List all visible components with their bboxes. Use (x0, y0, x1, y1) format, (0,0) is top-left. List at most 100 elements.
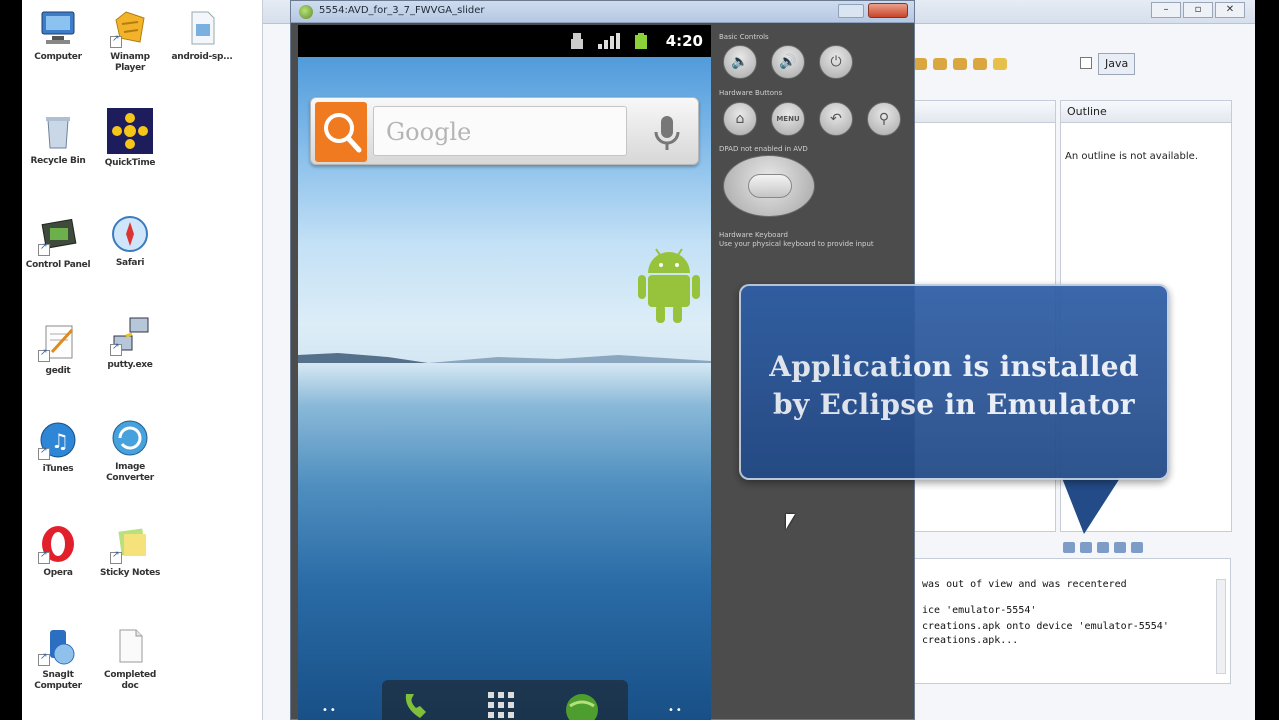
desktop-icon-control-panel[interactable]: Control Panel (23, 216, 93, 271)
toolbar-folder-icon[interactable] (913, 58, 927, 70)
callout-tail (1062, 478, 1120, 534)
console-scrollbar[interactable] (1216, 579, 1226, 674)
hardware-keyboard-label: Hardware Keyboard (719, 231, 788, 239)
android-home-screen: 4:20 Google •• •• (298, 25, 711, 720)
desktop-icon-label: putty.exe (107, 360, 153, 370)
usb-icon (571, 33, 583, 49)
console-pin-icon[interactable] (1063, 541, 1075, 553)
document-icon (110, 626, 150, 666)
desktop-icon-label: Sticky Notes (99, 568, 161, 578)
app-drawer-icon[interactable] (486, 690, 520, 720)
toolbar-folder-icon[interactable] (953, 58, 967, 70)
android-robot-icon (638, 248, 700, 323)
desktop-icon-label: Recycle Bin (30, 156, 86, 166)
dpad-control[interactable] (723, 155, 815, 217)
home-icon: ⌂ (735, 111, 745, 127)
hardware-buttons-label: Hardware Buttons (719, 89, 783, 97)
console-minimize-icon[interactable] (1131, 541, 1143, 553)
desktop-icon-label: Completed doc (104, 670, 156, 691)
volume-up-button[interactable]: 🔊 (771, 45, 805, 79)
recycle-bin-icon (38, 112, 78, 152)
power-button[interactable]: ⏻ (819, 45, 853, 79)
search-icon (324, 113, 362, 153)
desktop-icon-label: SnagIt Computer (34, 670, 82, 691)
desktop-icon-recycle-bin[interactable]: Recycle Bin (23, 112, 93, 167)
voice-search-button[interactable] (639, 102, 695, 162)
computer-icon (38, 8, 78, 48)
browser-globe-icon[interactable] (562, 688, 602, 720)
eclipse-toolbar (913, 52, 1007, 76)
search-button[interactable] (315, 102, 367, 162)
desktop-icon-image-converter[interactable]: Image Converter (95, 418, 165, 484)
console-line: creations.apk onto device 'emulator-5554… (922, 621, 1169, 632)
basic-controls-label: Basic Controls (719, 33, 769, 41)
desktop-icon-itunes[interactable]: ♫ iTunes (23, 420, 93, 475)
panel-header (912, 101, 1055, 123)
toolbar-folder-icon[interactable] (973, 58, 987, 70)
toolbar-folder-icon[interactable] (933, 58, 947, 70)
wallpaper-horizon (298, 353, 711, 363)
desktop-icon-label: QuickTime (104, 158, 156, 168)
volume-down-button[interactable]: 🔈 (723, 45, 757, 79)
outline-header: Outline (1061, 101, 1231, 123)
hardware-keyboard-hint: Use your physical keyboard to provide in… (719, 240, 874, 248)
desktop-icon-computer[interactable]: Computer (23, 8, 93, 63)
console-line: was out of view and was recentered (922, 579, 1127, 590)
desktop-icon-label: Computer (34, 52, 82, 62)
callout-line-2: by Eclipse in Emulator (773, 388, 1135, 421)
maximize-button[interactable]: ▫ (1183, 2, 1213, 18)
open-perspective-icon[interactable] (1080, 57, 1092, 69)
menu-button[interactable]: MENU (771, 102, 805, 136)
snagit-icon (38, 626, 78, 666)
desktop-icon-safari[interactable]: Safari (95, 214, 165, 269)
java-perspective-button[interactable]: Java (1098, 53, 1136, 75)
close-button[interactable]: ✕ (1215, 2, 1245, 18)
desktop-icon-sticky-notes[interactable]: Sticky Notes (95, 524, 165, 579)
console-scroll-lock-icon[interactable] (1080, 541, 1092, 553)
phone-dialer-icon[interactable] (400, 688, 434, 720)
desktop-icon-gedit[interactable]: gedit (23, 322, 93, 377)
launcher-dock (382, 680, 628, 720)
volume-up-icon: 🔊 (779, 54, 797, 70)
desktop-icon-document[interactable]: Completed doc (95, 626, 165, 692)
back-button[interactable]: ↶ (819, 102, 853, 136)
dpad-label: DPAD not enabled in AVD (719, 145, 808, 153)
callout-text: Application is installed by Eclipse in E… (741, 348, 1167, 424)
putty-icon (110, 316, 150, 356)
emulator-minimize-button[interactable] (838, 4, 864, 18)
emulator-close-button[interactable] (868, 3, 908, 18)
desktop-icon-android-sdk[interactable]: android-sp... (167, 8, 237, 63)
annotation-callout: Application is installed by Eclipse in E… (739, 284, 1169, 480)
console-open-icon[interactable] (1114, 541, 1126, 553)
home-button[interactable]: ⌂ (723, 102, 757, 136)
desktop-icon-label: Safari (115, 258, 145, 268)
desktop-icon-snagit[interactable]: SnagIt Computer (23, 626, 93, 692)
mouse-cursor (786, 514, 795, 529)
volume-down-icon: 🔈 (731, 54, 749, 70)
desktop-icon-putty[interactable]: putty.exe (95, 316, 165, 371)
toolbar-wand-icon[interactable] (993, 58, 1007, 70)
emulator-title: 5554:AVD_for_3_7_FWVGA_slider (319, 5, 485, 16)
menu-label: MENU (776, 115, 800, 123)
tab-outline[interactable]: Outline (1067, 105, 1107, 118)
opera-icon (38, 524, 78, 564)
console-toolbar (1063, 538, 1143, 556)
emulator-titlebar: 5554:AVD_for_3_7_FWVGA_slider (291, 1, 914, 23)
desktop-icon-winamp[interactable]: Winamp Player (95, 8, 165, 74)
winamp-icon (110, 8, 150, 48)
dpad-center-button[interactable] (748, 174, 792, 198)
desktop-icon-opera[interactable]: Opera (23, 524, 93, 579)
android-sdk-icon (182, 8, 222, 48)
minimize-button[interactable]: – (1151, 2, 1181, 18)
desktop-icon-label: gedit (45, 366, 71, 376)
java-perspective-label: Java (1105, 57, 1129, 70)
quicktime-icon (107, 108, 153, 154)
console-display-icon[interactable] (1097, 541, 1109, 553)
outline-message: An outline is not available. (1065, 151, 1198, 162)
left-black-bar (0, 0, 22, 720)
search-hw-button[interactable]: ⚲ (867, 102, 901, 136)
desktop-icon-quicktime[interactable]: QuickTime (95, 108, 165, 169)
battery-icon (635, 33, 647, 49)
emulator-logo-icon (299, 5, 313, 19)
search-input[interactable]: Google (373, 106, 627, 156)
